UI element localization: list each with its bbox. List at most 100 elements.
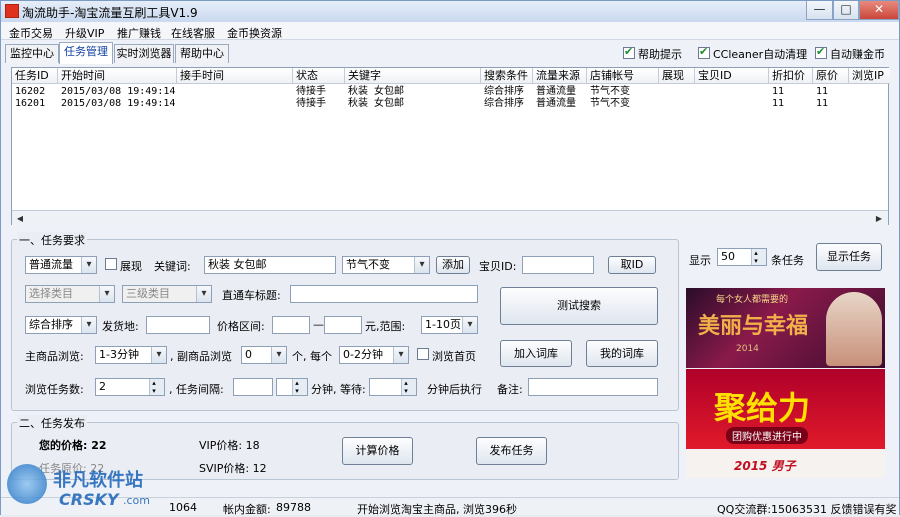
col-keyword[interactable]: 关键字: [345, 68, 481, 84]
col-exhibit[interactable]: 展现: [659, 68, 695, 84]
cell-price: 11: [816, 98, 829, 109]
price-min-input[interactable]: [272, 316, 310, 334]
price-max-input[interactable]: [324, 316, 362, 334]
auto-coin-checkbox[interactable]: [815, 45, 827, 59]
menu-upgrade-vip[interactable]: 升级VIP: [65, 25, 104, 41]
col-accept-time[interactable]: 接手时间: [177, 68, 293, 84]
maximize-button[interactable]: □: [833, 1, 859, 20]
watermark-cn-text: 非凡软件站: [53, 470, 143, 491]
col-item-id[interactable]: 宝贝ID: [695, 68, 769, 84]
col-status[interactable]: 状态: [293, 68, 345, 84]
help-tips-checkbox[interactable]: [623, 45, 635, 59]
ship-from-input[interactable]: [146, 316, 210, 334]
my-library-button[interactable]: 我的词库: [586, 340, 658, 367]
col-shop[interactable]: 店铺帐号: [587, 68, 659, 84]
train-title-label: 直通车标题:: [222, 289, 281, 302]
tab-browser[interactable]: 实时浏览器: [114, 44, 174, 63]
col-price[interactable]: 原价: [813, 68, 849, 84]
tab-task-manage[interactable]: 任务管理: [59, 42, 113, 64]
model-image: [826, 292, 882, 366]
col-search[interactable]: 搜索条件: [481, 68, 533, 84]
category-l3-select[interactable]: 三级类目: [122, 285, 212, 303]
col-start-time[interactable]: 开始时间: [58, 68, 177, 84]
cell-keyword: 秋装 女包邮: [348, 86, 405, 97]
exhibit-checkbox[interactable]: [105, 258, 117, 270]
app-window: 淘流助手-淘宝流量互刷工具V1.9 — □ ✕ 金币交易 升级VIP 推广赚钱 …: [0, 0, 900, 516]
cell-status: 待接手: [296, 86, 326, 97]
banner3-text: 2015 男子: [734, 459, 796, 473]
item-id-input[interactable]: [522, 256, 594, 274]
col-discount[interactable]: 折扣价: [769, 68, 813, 84]
test-search-button[interactable]: 测试搜索: [500, 287, 658, 325]
col-ip[interactable]: 浏览IP: [849, 68, 890, 84]
each-browse-select[interactable]: 0-2分钟: [339, 346, 409, 364]
keyword-label: 关键词:: [154, 260, 191, 273]
watermark-globe-icon: [7, 464, 47, 504]
close-button[interactable]: ✕: [859, 1, 899, 20]
watermark-en-text: CRSKY: [59, 490, 119, 509]
scroll-right-icon[interactable]: ▶: [872, 212, 886, 225]
task-count-spinner[interactable]: 2: [95, 378, 165, 396]
menu-coin-exchange[interactable]: 金币换资源: [227, 25, 282, 41]
interval-spinner[interactable]: [276, 378, 308, 396]
per-task-label: 条任务: [771, 254, 804, 267]
ad-banner-group-buy[interactable]: 聚给力 团购优惠进行中: [686, 369, 885, 449]
after-label: 分钟后执行: [427, 383, 482, 396]
ccleaner-checkbox[interactable]: [698, 45, 710, 59]
menu-support[interactable]: 在线客服: [171, 25, 215, 41]
interval-label: , 任务间隔:: [169, 383, 224, 396]
show-tasks-button[interactable]: 显示任务: [816, 243, 882, 271]
category-l2-select[interactable]: 选择类目: [25, 285, 115, 303]
show-label: 显示: [689, 254, 711, 267]
task-table[interactable]: 任务ID 开始时间 接手时间 状态 关键字 搜索条件 流量来源 店铺帐号 展现 …: [11, 67, 890, 225]
horizontal-scrollbar[interactable]: ◀ ▶: [12, 210, 888, 225]
col-task-id[interactable]: 任务ID: [12, 68, 58, 84]
get-id-button[interactable]: 取ID: [608, 256, 656, 274]
cell-task-id: 16201: [15, 98, 46, 109]
svip-price-label: SVIP价格: 12: [199, 462, 267, 475]
tab-help[interactable]: 帮助中心: [175, 44, 229, 63]
page-range-select[interactable]: 1-10页: [421, 316, 478, 334]
browse-home-checkbox[interactable]: [417, 348, 429, 360]
tab-monitor[interactable]: 监控中心: [5, 44, 59, 63]
cell-start-time: 2015/03/08 19:49:14: [61, 86, 176, 97]
banner2-main-text: 聚给力: [714, 389, 811, 427]
traffic-source-select[interactable]: 普通流量: [25, 256, 97, 274]
watermark-com-text: .com: [123, 494, 150, 507]
minutes-wait-label: 分钟, 等待:: [311, 383, 366, 396]
vip-price-label: VIP价格: 18: [199, 439, 260, 452]
menu-coin-trade[interactable]: 金币交易: [9, 25, 53, 41]
main-browse-select[interactable]: 1-3分钟: [95, 346, 167, 364]
scroll-left-icon[interactable]: ◀: [13, 212, 27, 225]
calc-price-button[interactable]: 计算价格: [342, 437, 413, 465]
keyword-input[interactable]: 秋装 女包邮: [204, 256, 336, 274]
sort-select[interactable]: 综合排序: [25, 316, 97, 334]
watermark-logo: 非凡软件站 CRSKY .com: [1, 456, 176, 514]
col-source[interactable]: 流量来源: [533, 68, 587, 84]
banner2-sub-text: 团购优惠进行中: [726, 427, 808, 444]
shop-select[interactable]: 节气不变: [342, 256, 430, 274]
balance-value: 89788: [276, 501, 311, 514]
wait-spinner[interactable]: [369, 378, 417, 396]
ship-from-label: 发货地:: [102, 320, 139, 333]
cell-discount: 11: [772, 86, 785, 97]
menu-promote[interactable]: 推广赚钱: [117, 25, 161, 41]
publish-title: 二、任务发布: [17, 415, 87, 431]
cell-start-time: 2015/03/08 19:49:14: [61, 98, 176, 109]
remark-input[interactable]: [528, 378, 658, 396]
cell-source: 普通流量: [536, 98, 576, 109]
sub-browse-label: , 副商品浏览: [170, 350, 232, 363]
app-icon: [5, 4, 19, 18]
minimize-button[interactable]: —: [806, 1, 833, 20]
publish-task-button[interactable]: 发布任务: [476, 437, 547, 465]
interval-input[interactable]: [233, 378, 273, 396]
sub-browse-select[interactable]: 0: [241, 346, 287, 364]
tab-bar: 监控中心 任务管理 实时浏览器 帮助中心 帮助提示 CCleaner自动清理 自…: [1, 40, 899, 64]
cell-task-id: 16202: [15, 86, 46, 97]
ad-banner-2015[interactable]: 2015 男子: [686, 450, 885, 478]
train-title-input[interactable]: [290, 285, 478, 303]
show-count-spinner[interactable]: 50: [717, 248, 767, 266]
add-to-library-button[interactable]: 加入词库: [500, 340, 572, 367]
add-button[interactable]: 添加: [436, 256, 470, 274]
ad-banner-beauty[interactable]: 每个女人都需要的 美丽与幸福 2014: [686, 288, 885, 368]
